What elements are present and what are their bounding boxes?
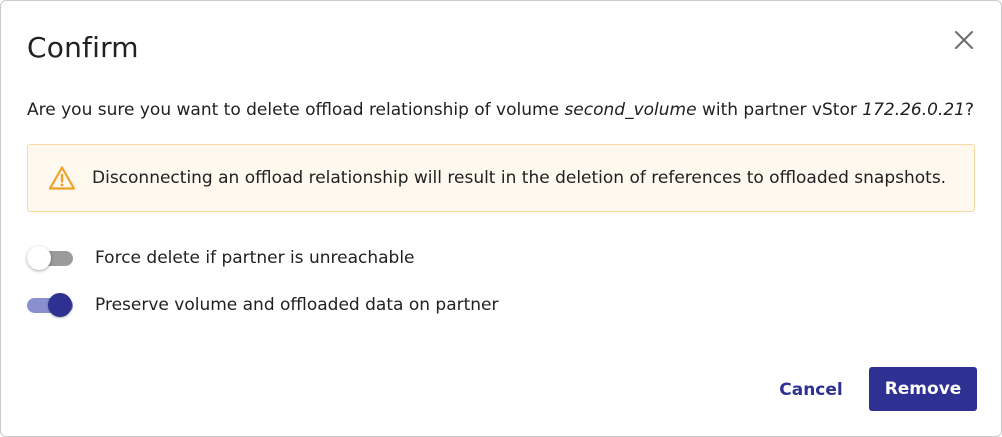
preserve-volume-row: Preserve volume and offloaded data on pa…	[27, 291, 627, 319]
confirm-message: Are you sure you want to delete offload …	[27, 98, 974, 122]
preserve-volume-toggle[interactable]	[27, 291, 73, 319]
toggle-thumb	[48, 293, 72, 317]
force-delete-toggle[interactable]	[27, 244, 73, 272]
confirm-dialog: Confirm Are you sure you want to delete …	[0, 0, 1002, 437]
partner-ip: 172.26.0.21	[862, 100, 965, 120]
message-suffix: ?	[965, 100, 975, 120]
close-button[interactable]	[949, 25, 979, 55]
warning-triangle-icon	[48, 165, 76, 191]
toggle-thumb	[27, 246, 51, 270]
message-middle: with partner vStor	[696, 100, 863, 120]
warning-text: Disconnecting an offload relationship wi…	[92, 168, 947, 188]
remove-button[interactable]: Remove	[869, 367, 977, 411]
dialog-title: Confirm	[27, 31, 139, 64]
close-icon	[955, 31, 973, 49]
volume-name: second_volume	[564, 100, 697, 120]
message-prefix: Are you sure you want to delete offload …	[27, 100, 565, 120]
preserve-volume-label: Preserve volume and offloaded data on pa…	[95, 295, 499, 315]
force-delete-row: Force delete if partner is unreachable	[27, 244, 627, 272]
cancel-button[interactable]: Cancel	[767, 368, 855, 412]
warning-banner: Disconnecting an offload relationship wi…	[27, 144, 975, 212]
force-delete-label: Force delete if partner is unreachable	[95, 248, 415, 268]
